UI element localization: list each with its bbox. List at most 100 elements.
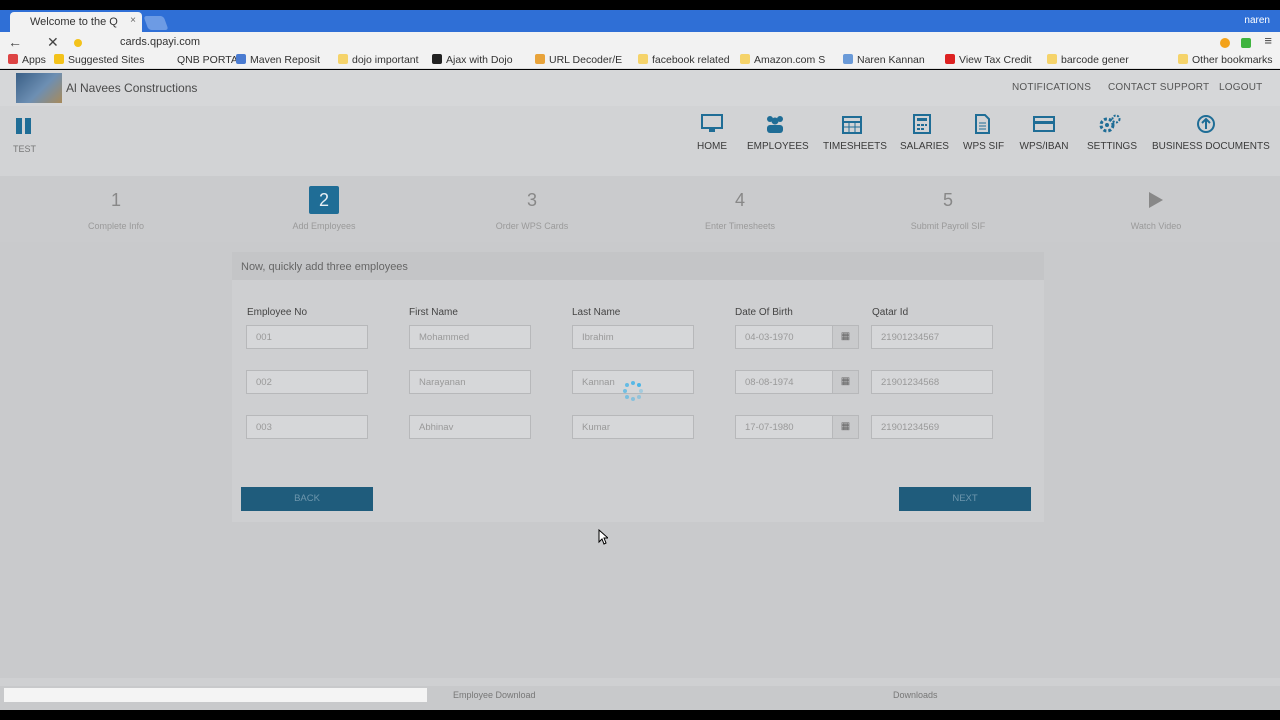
spinner-dot (625, 383, 630, 388)
bookmark-item[interactable]: Maven Reposit (236, 54, 320, 66)
spinner-dot (631, 397, 635, 401)
bookmark-item[interactable]: Suggested Sites (54, 54, 144, 66)
bookmark-item[interactable]: Ajax with Dojo (432, 54, 513, 66)
browser-tab[interactable]: Welcome to the Q × (10, 12, 142, 32)
nav-settings[interactable]: SETTINGS (1087, 114, 1137, 152)
dojo-icon (432, 54, 442, 64)
step-number: 3 (526, 190, 537, 210)
step-enter-timesheets[interactable]: 4 Enter Timesheets (680, 186, 800, 231)
employee-no-field[interactable]: 001 (246, 325, 368, 349)
qatar-id-field[interactable]: 21901234568 (871, 370, 993, 394)
downloads-link[interactable]: Downloads (893, 690, 938, 700)
last-name-field[interactable]: Ibrahim (572, 325, 694, 349)
date-of-birth-field[interactable]: 04-03-1970 (735, 325, 833, 349)
spinner-dot (636, 394, 641, 399)
calendar-picker-icon[interactable]: ▦ (833, 370, 859, 394)
pause-icon[interactable] (16, 118, 34, 136)
contact-support-link[interactable]: CONTACT SUPPORT (1108, 82, 1209, 93)
nav-home[interactable]: HOME (697, 114, 727, 152)
last-name-field[interactable]: Kumar (572, 415, 694, 439)
calendar-icon (842, 116, 862, 134)
bookmark-item[interactable]: dojo important (338, 54, 419, 66)
stop-loading-icon[interactable]: ✕ (47, 34, 59, 51)
profile-name[interactable]: naren (1244, 15, 1270, 26)
first-name-field[interactable]: Narayanan (409, 370, 531, 394)
bookmark-label: Ajax with Dojo (446, 54, 513, 66)
column-header: Date Of Birth (735, 307, 793, 318)
folder-icon (1178, 54, 1188, 64)
bookmark-label: dojo important (352, 54, 419, 66)
nav-timesheets[interactable]: TIMESHEETS (823, 114, 887, 152)
bookmark-label: Apps (22, 54, 46, 66)
first-name-field[interactable]: Abhinav (409, 415, 531, 439)
nav-wps-iban[interactable]: WPS/IBAN (1019, 114, 1069, 152)
company-logo[interactable] (16, 73, 62, 103)
step-submit-payroll-sif[interactable]: 5 Submit Payroll SIF (888, 186, 1008, 231)
nav-business-documents[interactable]: BUSINESS DOCUMENTS (1152, 114, 1270, 152)
address-url: cards.qpayi.com (120, 36, 201, 48)
bookmark-item[interactable]: URL Decoder/E (535, 54, 622, 66)
browser-tab-bar: Welcome to the Q × naren (0, 10, 1280, 32)
new-tab-button[interactable] (143, 16, 169, 30)
qatar-id-field[interactable]: 21901234567 (871, 325, 993, 349)
suggested-sites-icon (54, 54, 64, 64)
bookmark-item[interactable]: View Tax Credit (945, 54, 1032, 66)
company-name: Al Navees Constructions (66, 81, 198, 95)
nav-label: HOME (697, 141, 727, 152)
nav-label: BUSINESS DOCUMENTS (1152, 141, 1270, 152)
first-name-field[interactable]: Mohammed (409, 325, 531, 349)
step-complete-info[interactable]: 1 Complete Info (56, 186, 176, 231)
browser-menu-icon[interactable]: ≡ (1264, 33, 1272, 48)
back-arrow-icon[interactable]: ← (8, 34, 22, 50)
tab-close-icon[interactable]: × (130, 15, 136, 26)
next-button[interactable]: NEXT (899, 487, 1031, 511)
step-label: Submit Payroll SIF (910, 221, 986, 231)
employee-no-field[interactable]: 002 (246, 370, 368, 394)
employee-no-field[interactable]: 003 (246, 415, 368, 439)
bookmark-label: Naren Kannan (857, 54, 925, 66)
users-icon (767, 116, 783, 133)
bookmark-item[interactable]: Amazon.com S (740, 54, 825, 66)
step-label: Complete Info (87, 221, 145, 231)
bookmark-item[interactable]: Apps (8, 54, 46, 66)
person-icon (843, 54, 853, 64)
date-of-birth-field[interactable]: 17-07-1980 (735, 415, 833, 439)
nav-label: WPS SIF (963, 141, 1005, 152)
step-number: 2 (309, 186, 339, 214)
nav-employees[interactable]: EMPLOYEES (747, 114, 809, 152)
nav-salaries[interactable]: SALARIES (900, 114, 949, 152)
bookmark-item[interactable]: facebook related (638, 54, 730, 66)
bookmark-label: barcode gener (1061, 54, 1129, 66)
bookmark-item[interactable]: QNB PORTAL (163, 54, 244, 66)
extension-icon[interactable] (1241, 38, 1251, 48)
bookmark-item[interactable]: barcode gener (1047, 54, 1129, 66)
folder-icon (338, 54, 348, 64)
calendar-picker-icon[interactable]: ▦ (833, 415, 859, 439)
step-watch-video[interactable]: Watch Video (1096, 186, 1216, 231)
bookmark-label: Other bookmarks (1192, 54, 1273, 66)
step-label: Order WPS Cards (495, 221, 569, 231)
spinner-dot (639, 389, 643, 393)
employee-download-link[interactable]: Employee Download (453, 690, 536, 700)
address-bar[interactable]: cards.qpayi.com (72, 33, 1202, 51)
card-heading: Now, quickly add three employees (232, 252, 1044, 280)
nav-wps-sif[interactable]: WPS SIF (963, 114, 1005, 152)
nav-label: TIMESHEETS (823, 141, 887, 152)
bookmark-item[interactable]: Other bookmarks (1178, 54, 1273, 66)
bookmarks-bar: Apps Suggested Sites QNB PORTAL Maven Repos… (0, 52, 1280, 69)
qatar-id-field[interactable]: 21901234569 (871, 415, 993, 439)
amazon-icon (740, 54, 750, 64)
bookmark-label: URL Decoder/E (549, 54, 623, 66)
spinner-dot (625, 394, 630, 399)
site-info-icon[interactable] (74, 39, 82, 47)
logout-link[interactable]: LOGOUT (1219, 82, 1262, 93)
folder-icon (638, 54, 648, 64)
notifications-link[interactable]: NOTIFICATIONS (1012, 82, 1091, 93)
date-of-birth-field[interactable]: 08-08-1974 (735, 370, 833, 394)
back-button[interactable]: BACK (241, 487, 373, 511)
bookmark-item[interactable]: Naren Kannan (843, 54, 925, 66)
calendar-picker-icon[interactable]: ▦ (833, 325, 859, 349)
step-order-wps-cards[interactable]: 3 Order WPS Cards (472, 186, 592, 231)
step-add-employees[interactable]: 2 Add Employees (264, 186, 384, 231)
extension-icon[interactable] (1220, 38, 1230, 48)
